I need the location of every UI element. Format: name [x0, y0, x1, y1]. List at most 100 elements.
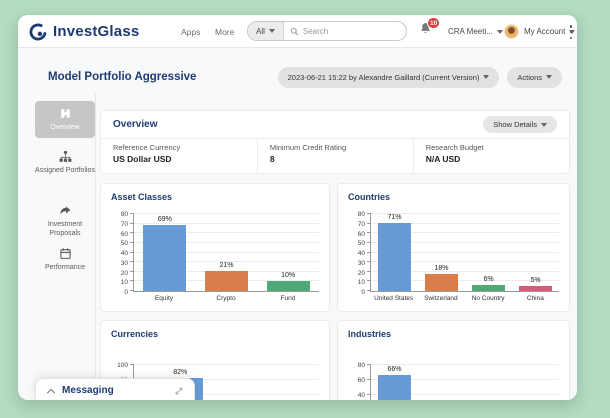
sidebar-item-assigned-portfolios[interactable]: Assigned Portfolios	[35, 150, 95, 175]
account-dropdown-label: My Account	[524, 27, 565, 36]
bar-value-label: 6%	[483, 276, 493, 283]
bar-row: 69%21% 10%	[134, 214, 319, 291]
brand-name: InvestGlass	[53, 23, 139, 40]
bar-value-label: 71%	[387, 214, 401, 221]
bar	[378, 375, 411, 400]
y-axis-tick-label: 10	[358, 279, 365, 286]
chart-title: Currencies	[111, 329, 319, 339]
notification-badge: 10	[427, 17, 440, 29]
top-navbar: InvestGlass Apps More All	[18, 15, 577, 48]
bar-slot: 6%	[465, 214, 512, 291]
y-axis-tick-label: 60	[358, 377, 365, 384]
field-label: Reference Currency	[113, 143, 245, 152]
y-axis-tick-label: 70	[121, 221, 128, 228]
chevron-up-icon[interactable]	[46, 387, 56, 395]
y-axis-tick-label: 40	[358, 392, 365, 399]
bar-slot: 69%	[134, 214, 196, 291]
y-axis-tick-label: 30	[121, 260, 128, 267]
field-minimum-credit-rating: Minimum Credit Rating 8	[257, 139, 413, 173]
asset-classes-card: Asset Classes 0102030405060708069%21%10%…	[100, 183, 330, 312]
x-axis-category-label: Fund	[257, 295, 319, 302]
bar-value-label: 10%	[281, 272, 295, 279]
header-actions: 2023-06-21 15:22 by Alexandre Gaillard (…	[278, 67, 562, 88]
notifications-button[interactable]: 10	[419, 22, 439, 42]
search-input[interactable]	[303, 27, 400, 36]
sidebar-item-label: Performance	[45, 263, 85, 272]
chart-title: Industries	[348, 329, 559, 339]
bar-value-label: 18%	[434, 265, 448, 272]
sidebar-item-label: Investment Proposals	[35, 220, 95, 238]
search-filter-label: All	[256, 27, 265, 36]
x-axis-category-label: Switzerland	[417, 295, 464, 302]
overview-card-header: Overview Show Details	[101, 111, 569, 139]
y-axis-tick-label: 10	[121, 279, 128, 286]
bar-row: 66%	[371, 365, 559, 400]
field-research-budget: Research Budget N/A USD	[413, 139, 569, 173]
y-axis-tick-label: 60	[121, 231, 128, 238]
bar-slot: 10%	[257, 214, 319, 291]
sidebar-item-investment-proposals[interactable]: Investment Proposals	[35, 204, 95, 238]
x-axis-category-label: China	[512, 295, 559, 302]
field-value: US Dollar USD	[113, 154, 245, 164]
curved-arrow-icon	[59, 204, 72, 217]
bar-slot: 66%	[371, 365, 418, 400]
version-dropdown-label: 2023-06-21 15:22 by Alexandre Gaillard (…	[288, 73, 480, 82]
sidebar-item-performance[interactable]: Performance	[35, 247, 95, 272]
chart-title: Countries	[348, 192, 559, 202]
field-reference-currency: Reference Currency US Dollar USD	[101, 139, 257, 173]
bar	[143, 225, 186, 291]
industries-card: Industries 02040608066%	[337, 320, 570, 400]
nav-link-more[interactable]: More	[215, 15, 234, 48]
chevron-down-icon	[483, 75, 489, 79]
search-filter-dropdown[interactable]: All	[248, 22, 284, 40]
bar-value-label: 82%	[173, 369, 187, 376]
countries-chart: 0102030405060708071%18%6%5%United States…	[348, 214, 559, 302]
actions-dropdown-label: Actions	[517, 73, 542, 82]
chart-title: Asset Classes	[111, 192, 319, 202]
y-axis-tick-label: 40	[121, 250, 128, 257]
app-window: InvestGlass Apps More All	[18, 15, 577, 400]
y-axis-tick-label: 80	[358, 211, 365, 218]
bar	[519, 286, 552, 291]
sidebar-item-overview[interactable]: Overview	[35, 101, 95, 138]
bar-slot: 21%	[196, 214, 258, 291]
chevron-down-icon	[269, 29, 275, 33]
search-field-wrap	[284, 22, 406, 40]
bar	[267, 281, 310, 291]
bar	[472, 285, 505, 291]
actions-dropdown[interactable]: Actions	[507, 67, 562, 88]
brand[interactable]: InvestGlass	[28, 15, 139, 48]
binoculars-icon	[59, 107, 72, 120]
bar-slot: 18%	[418, 214, 465, 291]
bar	[425, 274, 458, 291]
bar-row: 71% 18% 6% 5%	[371, 214, 559, 291]
bar-slot: 71%	[371, 214, 418, 291]
avatar[interactable]	[504, 24, 519, 39]
chevron-down-icon	[541, 123, 547, 127]
field-value: N/A USD	[426, 154, 557, 164]
bar	[205, 271, 248, 291]
show-details-dropdown[interactable]: Show Details	[483, 116, 557, 133]
sidebar-item-label: Assigned Portfolios	[35, 166, 95, 175]
page-title: Model Portfolio Aggressive	[48, 71, 196, 83]
bar-slot: 5%	[512, 214, 559, 291]
x-axis-category-label: Equity	[133, 295, 195, 302]
kebab-menu-icon[interactable]	[565, 25, 577, 39]
messaging-drawer[interactable]: Messaging	[35, 378, 195, 400]
meeting-dropdown-label: CRA Meeti...	[448, 27, 493, 36]
expand-icon[interactable]	[174, 386, 184, 396]
bar-value-label: 5%	[530, 277, 540, 284]
bar	[378, 223, 411, 291]
y-axis-tick-label: 40	[358, 250, 365, 257]
overview-title: Overview	[113, 119, 157, 130]
y-axis-tick-label: 60	[358, 231, 365, 238]
meeting-dropdown[interactable]: CRA Meeti...	[448, 15, 503, 48]
nav-link-apps[interactable]: Apps	[181, 15, 200, 48]
industries-chart: 02040608066%	[348, 365, 559, 400]
y-axis-tick-label: 20	[121, 270, 128, 277]
y-axis-tick-label: 70	[358, 221, 365, 228]
global-search: All	[247, 21, 407, 41]
y-axis-tick-label: 20	[358, 270, 365, 277]
version-dropdown[interactable]: 2023-06-21 15:22 by Alexandre Gaillard (…	[278, 67, 500, 88]
overview-fields: Reference Currency US Dollar USD Minimum…	[101, 139, 569, 173]
